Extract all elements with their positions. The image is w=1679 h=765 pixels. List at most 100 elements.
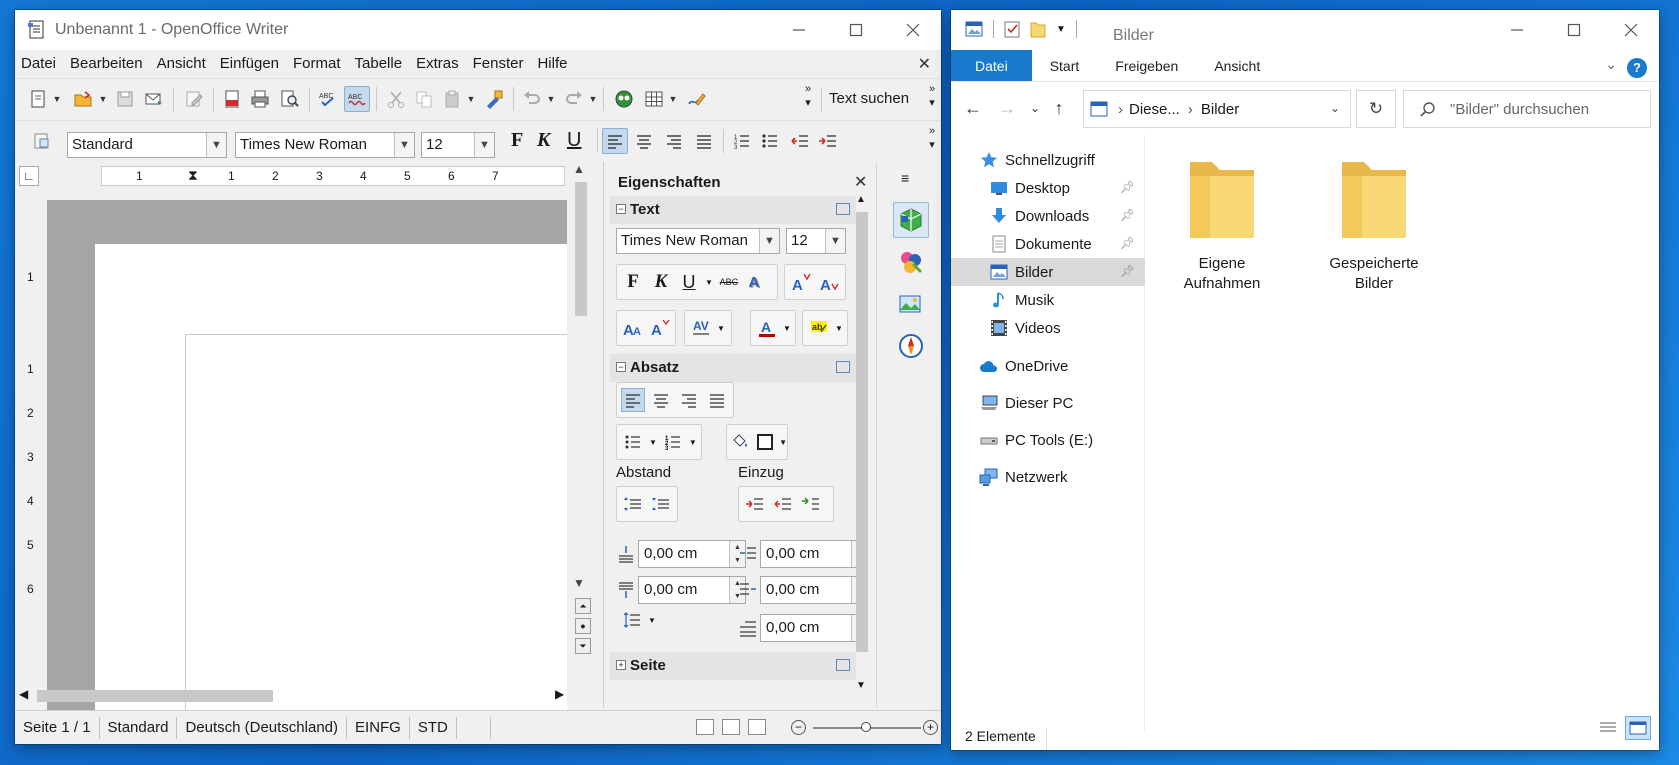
sidebar-increase-indent-icon[interactable] (743, 492, 767, 516)
nav-desktop[interactable]: Desktop 📌︎ (951, 174, 1145, 202)
scroll-thumb[interactable] (575, 182, 587, 316)
menu-extras[interactable]: Extras (416, 55, 459, 72)
nav-downloads[interactable]: Downloads 📌︎ (951, 202, 1145, 230)
open-dropdown-arrow[interactable]: ▼ (99, 86, 108, 112)
print-icon[interactable] (247, 86, 273, 112)
highlighting-icon[interactable]: ab (807, 316, 831, 340)
forward-icon[interactable]: → (995, 96, 1019, 120)
more-options-icon[interactable] (836, 361, 850, 373)
nav-this-pc[interactable]: Dieser PC (951, 389, 1145, 417)
menu-ansicht[interactable]: Ansicht (157, 55, 206, 72)
save-icon[interactable] (112, 86, 138, 112)
writer-titlebar[interactable]: Unbenannt 1 - OpenOffice Writer (15, 10, 941, 50)
zoom-out-icon[interactable]: − (791, 720, 806, 735)
properties-tab-icon[interactable] (893, 202, 929, 238)
strikethrough-icon[interactable]: ABC (717, 270, 741, 294)
large-icons-view-icon[interactable] (1625, 716, 1651, 740)
pin-icon[interactable]: 📌︎ (1120, 264, 1135, 278)
next-page-icon[interactable]: ⏷ (575, 638, 591, 654)
redo-dropdown-arrow[interactable]: ▼ (589, 86, 598, 112)
menu-fenster[interactable]: Fenster (473, 55, 524, 72)
explorer-titlebar[interactable]: ▼ Bilder (951, 10, 1659, 50)
more-options-icon[interactable] (836, 659, 850, 671)
align-center-icon[interactable] (631, 128, 657, 154)
nav-quick-access[interactable]: Schnellzugriff (951, 146, 1145, 174)
grow-font-icon[interactable]: AA (621, 316, 645, 340)
chevron-down-icon[interactable]: ▼ (825, 229, 845, 253)
export-pdf-icon[interactable] (219, 86, 245, 112)
email-icon[interactable] (141, 86, 167, 112)
nav-videos[interactable]: Videos (951, 314, 1145, 342)
table-dropdown-arrow[interactable]: ▼ (669, 86, 678, 112)
tab-freigeben[interactable]: Freigeben (1097, 50, 1196, 81)
help-button[interactable]: ? (1627, 58, 1647, 78)
font-name-combo[interactable]: Times New Roman ▼ (235, 132, 415, 158)
decrease-indent-icon[interactable] (787, 128, 813, 154)
menu-bearbeiten[interactable]: Bearbeiten (70, 55, 143, 72)
sidebar-justify-icon[interactable] (705, 388, 729, 412)
menu-datei[interactable]: Datei (21, 55, 56, 72)
sidebar-decrease-indent-icon[interactable] (771, 492, 795, 516)
superscript-icon[interactable]: A (789, 270, 813, 294)
minimize-button[interactable] (770, 10, 827, 50)
find-text-label[interactable]: Text suchen (829, 90, 909, 107)
shadow-icon[interactable]: AA (745, 270, 769, 294)
hanging-indent-icon[interactable] (799, 492, 823, 516)
sidebar-align-center-icon[interactable] (649, 388, 673, 412)
format-toolbar-overflow-icon[interactable]: » ▾ (925, 124, 939, 158)
chevron-down-icon[interactable]: ▼ (648, 616, 656, 625)
horizontal-ruler[interactable]: 1 1 2 3 4 5 6 7 ⧗ (101, 166, 565, 186)
redo-icon[interactable] (561, 86, 587, 112)
pin-icon[interactable]: 📌︎ (1120, 180, 1135, 194)
nav-music[interactable]: Musik (951, 286, 1145, 314)
insert-table-icon[interactable] (641, 86, 667, 112)
spellcheck-icon[interactable]: ABC (315, 86, 341, 112)
nav-network[interactable]: Netzwerk (951, 463, 1145, 491)
tab-stop-selector[interactable]: ∟ (19, 166, 39, 186)
minimize-button[interactable] (1488, 10, 1545, 50)
multi-page-view-icon[interactable] (722, 719, 740, 735)
new-dropdown-arrow[interactable]: ▼ (53, 86, 62, 112)
search-box[interactable]: "Bilder" durchsuchen (1403, 90, 1651, 128)
chevron-down-icon[interactable]: ▼ (717, 324, 725, 333)
zoom-knob[interactable] (861, 722, 871, 732)
chevron-down-icon[interactable]: ▼ (759, 229, 779, 253)
more-options-icon[interactable] (836, 203, 850, 215)
insert-mode-status[interactable]: EINFG (347, 716, 410, 739)
recent-locations-icon[interactable]: ⌄ (1023, 96, 1047, 120)
font-color-icon[interactable]: A (755, 316, 779, 340)
chevron-down-icon[interactable]: ▼ (835, 324, 843, 333)
chevron-down-icon[interactable]: ▼ (394, 133, 414, 157)
first-line-indent-field[interactable]: 0,00 cm▲▼ (760, 614, 868, 642)
underline-button[interactable]: U (567, 129, 581, 152)
page-preview-icon[interactable] (277, 86, 303, 112)
bullets-icon[interactable] (757, 128, 783, 154)
sidebar-size-combo[interactable]: 12 ▼ (786, 228, 846, 254)
paragraph-style-combo[interactable]: Standard ▼ (67, 132, 227, 158)
sidebar-menu-icon[interactable]: ≡ (901, 170, 909, 186)
sidebar-align-right-icon[interactable] (677, 388, 701, 412)
menu-tabelle[interactable]: Tabelle (355, 55, 403, 72)
chevron-down-icon[interactable]: ▼ (474, 133, 494, 157)
shrink-font-icon[interactable]: A (649, 316, 673, 340)
font-size-combo[interactable]: 12 ▼ (421, 132, 495, 158)
sidebar-scroll-thumb[interactable] (856, 212, 868, 652)
scroll-up-icon[interactable]: ▲ (573, 162, 585, 176)
sidebar-scrollbar[interactable]: ▲ ▼ (854, 194, 870, 704)
address-bar[interactable]: › Diese... › Bilder ⌄ (1083, 90, 1351, 128)
text-section-header[interactable]: − Text (610, 196, 856, 224)
paste-icon[interactable] (439, 86, 465, 112)
page-count-status[interactable]: Seite 1 / 1 (15, 716, 100, 739)
vertical-ruler[interactable]: 1 1 2 3 4 5 6 (19, 190, 41, 694)
styles-tab-icon[interactable] (893, 244, 929, 280)
chevron-right-icon[interactable]: › (1188, 101, 1193, 118)
justify-icon[interactable] (691, 128, 717, 154)
sidebar-underline-button[interactable]: U (677, 270, 701, 294)
nav-pictures[interactable]: Bilder 📌︎ (951, 258, 1145, 286)
hscroll-thumb[interactable] (37, 690, 273, 702)
close-deck-icon[interactable]: ✕ (854, 172, 867, 192)
undo-dropdown-arrow[interactable]: ▼ (547, 86, 556, 112)
close-button[interactable] (1602, 10, 1659, 50)
back-icon[interactable]: ← (961, 96, 985, 120)
folder-gespeicherte-bilder[interactable]: Gespeicherte Bilder (1309, 148, 1439, 294)
